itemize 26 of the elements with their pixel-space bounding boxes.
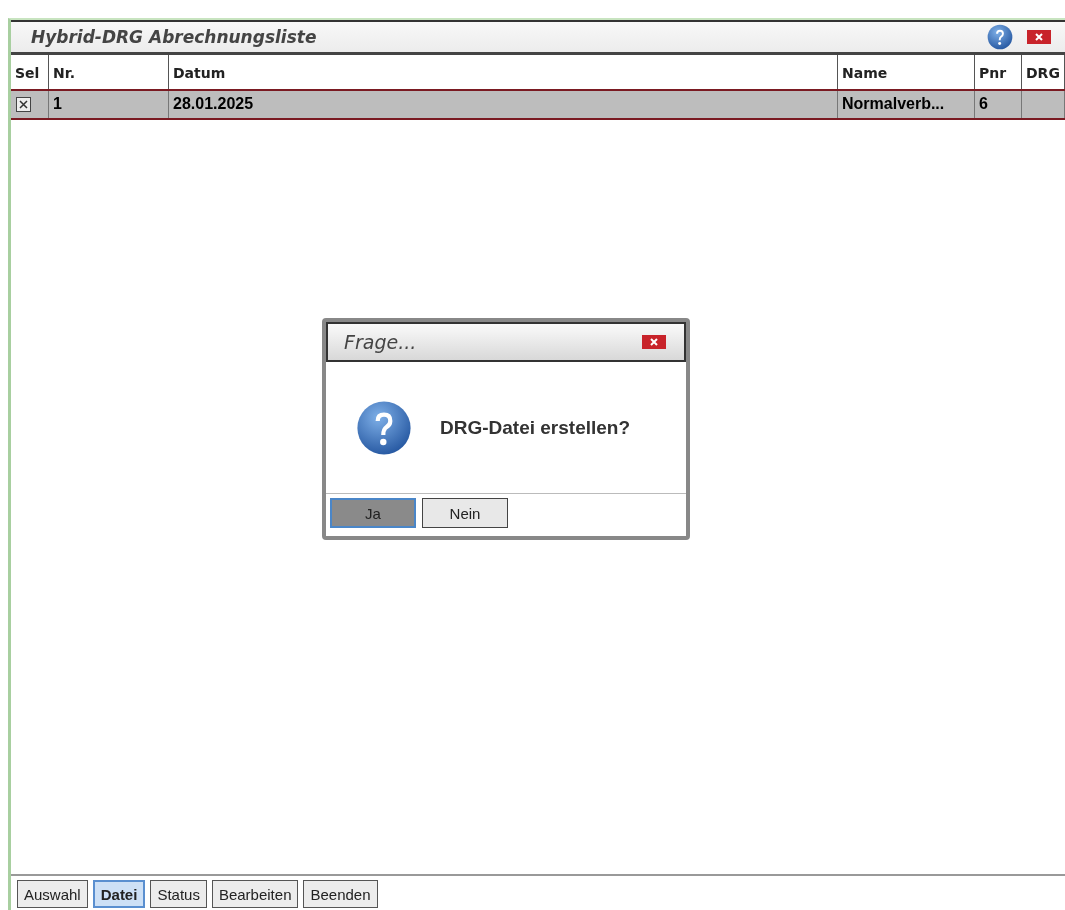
help-icon bbox=[987, 24, 1013, 50]
column-header[interactable]: Name bbox=[838, 55, 975, 89]
table-cell: 28.01.2025 bbox=[173, 95, 254, 112]
table-cell: 1 bbox=[53, 95, 62, 112]
column-header[interactable]: DRG bbox=[1022, 55, 1065, 89]
column-header[interactable]: Nr. bbox=[49, 55, 169, 89]
close-icon[interactable] bbox=[1027, 30, 1051, 44]
toolbar-button[interactable]: Beenden bbox=[303, 880, 378, 908]
column-header[interactable]: Datum bbox=[169, 55, 838, 89]
toolbar-button[interactable]: Datei bbox=[92, 880, 146, 908]
window-title: Hybrid-DRG Abrechnungsliste bbox=[31, 27, 318, 47]
help-icon bbox=[356, 399, 412, 456]
table-cell: 6 bbox=[979, 95, 988, 112]
close-icon[interactable] bbox=[642, 335, 666, 349]
dialog-message: DRG-Datei erstellen? bbox=[440, 416, 631, 439]
column-header[interactable]: Sel bbox=[11, 55, 49, 89]
toolbar-button[interactable]: Bearbeiten bbox=[211, 880, 299, 908]
toolbar-button[interactable]: Status bbox=[150, 880, 207, 908]
table-cell: Normalverb... bbox=[842, 95, 945, 112]
table-row[interactable]: 1 28.01.2025 Normalverb... 6 bbox=[11, 91, 1065, 120]
dialog-title: Frage... bbox=[344, 331, 418, 353]
dialog-button[interactable]: Nein bbox=[422, 498, 508, 528]
column-header[interactable]: Pnr bbox=[975, 55, 1022, 89]
toolbar-button[interactable]: Auswahl bbox=[17, 880, 88, 908]
checkbox[interactable] bbox=[16, 97, 31, 112]
dialog-button[interactable]: Ja bbox=[330, 498, 416, 528]
